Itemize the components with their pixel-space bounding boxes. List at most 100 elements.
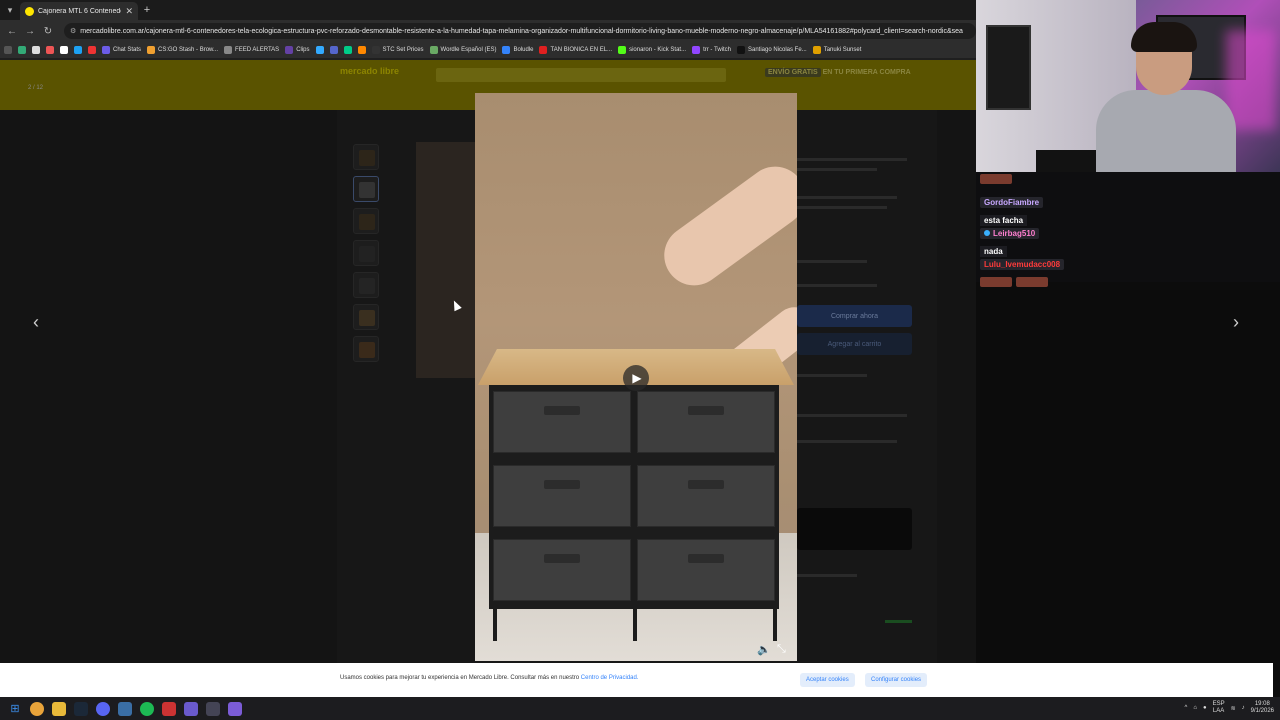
product-thumbnail[interactable]: [353, 336, 379, 362]
add-to-cart-button[interactable]: Agregar al carrito: [797, 333, 912, 355]
chat-username: Lulu_Ivemudacc008: [980, 259, 1065, 270]
browser-tab-active[interactable]: Cajonera MTL 6 Contenedores ✕: [20, 2, 138, 20]
steam-icon[interactable]: [74, 701, 88, 716]
drawer: [637, 391, 775, 453]
bookmark-item-2[interactable]: FEED ALERTAS: [224, 46, 279, 54]
bookmark-favicon-icon: [736, 46, 745, 54]
bookmark-icon-8[interactable]: [329, 46, 338, 54]
ml-search-input[interactable]: [436, 68, 726, 82]
bookmark-item-11[interactable]: Tanuki Sunset: [812, 46, 861, 54]
url-text: mercadolibre.com.ar/cajonera-mtl-6-conte…: [80, 27, 963, 35]
fullscreen-exit-icon[interactable]: ⤡: [777, 643, 786, 656]
forward-button[interactable]: →: [22, 23, 38, 39]
chrome-icon[interactable]: [30, 701, 44, 716]
back-button[interactable]: ←: [4, 23, 20, 39]
tray-chevron-up-icon[interactable]: ^: [1185, 705, 1188, 711]
volume-icon[interactable]: 🔈: [757, 643, 771, 656]
apps-grid-icon[interactable]: [4, 46, 12, 54]
volume-tray-icon[interactable]: ♪: [1242, 705, 1245, 711]
buy-now-button[interactable]: Comprar ahora: [797, 305, 912, 327]
chat-username: Leirbag510: [980, 227, 1040, 239]
microphone-icon[interactable]: ●: [1203, 705, 1207, 711]
tab-title: Cajonera MTL 6 Contenedores: [38, 7, 121, 15]
browser-chrome: ▾ Cajonera MTL 6 Contenedores ✕ + ← → ↻ …: [0, 0, 976, 60]
bookmark-item-3[interactable]: Clips: [285, 46, 310, 54]
windows-start-icon[interactable]: ⊞: [8, 702, 22, 716]
bookmark-icon-2[interactable]: [32, 46, 40, 54]
bookmark-icon-6[interactable]: [88, 46, 96, 54]
twitch-app-icon[interactable]: [228, 701, 242, 716]
product-thumbnail[interactable]: [353, 176, 379, 202]
discord-icon[interactable]: [96, 701, 110, 716]
stream-chat: GordoFiambre esta facha Leirbag510 nada …: [976, 172, 1280, 287]
description-line: [797, 168, 877, 171]
product-thumbnail[interactable]: [353, 240, 379, 266]
drawer: [493, 391, 631, 453]
accept-cookies-button[interactable]: Aceptar cookies: [800, 673, 855, 687]
tab-strip: ▾ Cajonera MTL 6 Contenedores ✕ +: [0, 0, 976, 20]
drawer: [493, 465, 631, 527]
bookmark-icon-5[interactable]: [74, 46, 82, 54]
tab-search-chevron-icon[interactable]: ▾: [0, 0, 20, 20]
bookmark-favicon-icon: [371, 46, 380, 54]
subscriber-badge-icon: [984, 230, 990, 236]
file-explorer-icon[interactable]: [52, 701, 66, 716]
previous-image-chevron-left-icon[interactable]: ‹: [26, 312, 46, 333]
clock[interactable]: 19:08 9/1/2026: [1251, 701, 1274, 715]
bookmark-item-6[interactable]: Boludle: [502, 46, 533, 54]
shipping-badge: ENVÍO GRATIS: [765, 68, 821, 77]
description-line: [797, 414, 907, 417]
next-image-chevron-right-icon[interactable]: ›: [1226, 312, 1246, 333]
wifi-icon[interactable]: ≋: [1231, 705, 1236, 712]
bookmark-favicon-icon: [812, 46, 821, 54]
close-tab-icon[interactable]: ✕: [125, 6, 133, 17]
bookmark-item-4[interactable]: STC Set Prices: [371, 46, 424, 54]
bookmark-icon-3[interactable]: [46, 46, 54, 54]
chat-emote: [980, 174, 1012, 184]
bookmark-icon-9[interactable]: [343, 46, 352, 54]
bookmark-icon-10[interactable]: [357, 46, 366, 54]
url-field[interactable]: ⚙ mercadolibre.com.ar/cajonera-mtl-6-con…: [64, 23, 976, 39]
bookmark-item-7[interactable]: TAN BIONICA EN EL...: [539, 46, 612, 54]
system-tray: ^ ⌂ ● ESP LAA ≋ ♪ 19:08 9/1/2026: [1185, 701, 1274, 715]
image-counter: 2 / 12: [28, 85, 44, 91]
bookmark-favicon-icon: [692, 46, 701, 54]
privacy-center-link[interactable]: Centro de Privacidad.: [581, 675, 639, 681]
site-info-icon[interactable]: ⚙: [70, 27, 76, 35]
configure-cookies-button[interactable]: Configurar cookies: [865, 673, 928, 687]
bookmark-icon-7[interactable]: [315, 46, 324, 54]
bookmark-item-5[interactable]: Wordle Español (ES): [429, 46, 496, 54]
settings-gear-icon[interactable]: [206, 701, 220, 716]
spotify-icon[interactable]: [140, 701, 154, 716]
bookmark-item-8[interactable]: sionaron - Kick Stat...: [618, 46, 686, 54]
description-line: [797, 158, 907, 161]
product-thumbnail[interactable]: [353, 304, 379, 330]
language-indicator[interactable]: ESP LAA: [1213, 701, 1225, 715]
bookmark-icon-4[interactable]: [60, 46, 68, 54]
product-thumbnail[interactable]: [353, 144, 379, 170]
bookmark-item-9[interactable]: trr - Twitch: [692, 46, 731, 54]
cookie-banner: Usamos cookies para mejorar tu experienc…: [0, 663, 1273, 697]
reload-button[interactable]: ↻: [40, 23, 56, 39]
bookmark-item-10[interactable]: Santiago Nicolas Fe...: [736, 46, 807, 54]
new-tab-button[interactable]: +: [138, 1, 156, 19]
network-icon[interactable]: ⌂: [1193, 705, 1197, 711]
chat-username: GordoFiambre: [980, 197, 1044, 208]
bookmark-item-0[interactable]: Chat Stats: [102, 46, 141, 54]
media-app-icon[interactable]: [162, 701, 176, 716]
bookmark-favicon-icon: [618, 46, 627, 54]
play-icon[interactable]: ▶: [623, 365, 649, 391]
cookie-text: Usamos cookies para mejorar tu experienc…: [340, 675, 639, 681]
description-line: [797, 374, 867, 377]
remote-desktop-icon[interactable]: [118, 701, 132, 716]
product-video[interactable]: ▶ 🔈 ⤡: [475, 93, 797, 661]
drawer-unit-leg: [773, 607, 777, 641]
description-line: [797, 440, 897, 443]
bookmark-item-1[interactable]: CS:GO Stash - Brow...: [147, 46, 218, 54]
product-thumbnail[interactable]: [353, 272, 379, 298]
chat-message: Lulu_Ivemudacc008: [980, 254, 1065, 292]
app-icon[interactable]: [184, 701, 198, 716]
bookmark-icon-1[interactable]: [18, 46, 26, 54]
product-thumbnail[interactable]: [353, 208, 379, 234]
bookmarks-bar: Chat Stats CS:GO Stash - Brow... FEED AL…: [0, 42, 976, 58]
